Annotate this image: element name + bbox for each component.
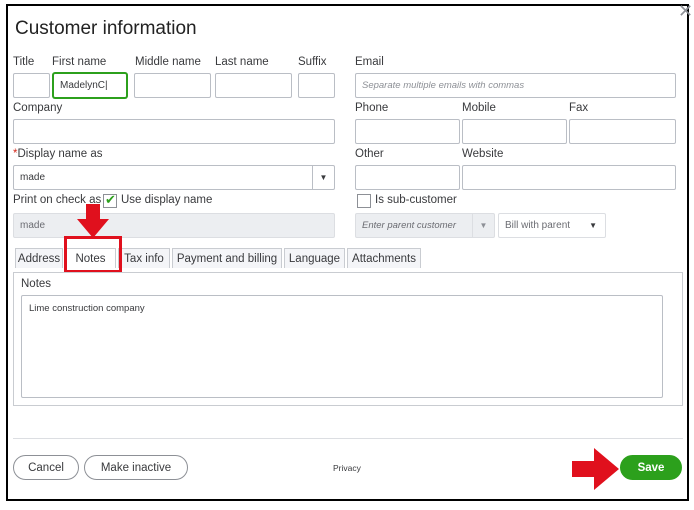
middle-name-input[interactable] bbox=[134, 73, 211, 98]
footer-divider bbox=[13, 438, 683, 439]
chevron-down-icon: ▼ bbox=[589, 221, 597, 230]
title-label: Title bbox=[13, 56, 35, 68]
fax-input[interactable] bbox=[569, 119, 676, 144]
display-name-select[interactable]: made ▼ bbox=[13, 165, 335, 190]
mobile-input[interactable] bbox=[462, 119, 567, 144]
suffix-label: Suffix bbox=[298, 56, 327, 68]
notes-tab-highlight bbox=[64, 236, 122, 273]
privacy-link[interactable]: Privacy bbox=[333, 463, 361, 473]
display-name-label: *Display name as bbox=[13, 148, 103, 160]
tab-language[interactable]: Language bbox=[284, 248, 345, 268]
last-name-input[interactable] bbox=[215, 73, 292, 98]
use-display-name-label: Use display name bbox=[121, 194, 213, 206]
notes-panel: Notes Lime construction company bbox=[13, 272, 683, 406]
chevron-down-icon[interactable]: ▼ bbox=[312, 166, 334, 189]
middle-name-label: Middle name bbox=[135, 56, 201, 68]
parent-customer-select[interactable]: Enter parent customer ▼ bbox=[355, 213, 495, 238]
is-sub-customer-label: Is sub-customer bbox=[375, 194, 457, 206]
other-input[interactable] bbox=[355, 165, 460, 190]
suffix-input[interactable] bbox=[298, 73, 335, 98]
display-name-value: made bbox=[20, 172, 46, 183]
email-input[interactable]: Separate multiple emails with commas bbox=[355, 73, 676, 98]
first-name-label: First name bbox=[52, 56, 107, 68]
bill-with-parent-select[interactable]: Bill with parent ▼ bbox=[498, 213, 606, 238]
make-inactive-button[interactable]: Make inactive bbox=[84, 455, 188, 480]
is-sub-customer-checkbox[interactable] bbox=[357, 194, 371, 208]
tab-tax-info[interactable]: Tax info bbox=[118, 248, 170, 268]
company-input[interactable] bbox=[13, 119, 335, 144]
tab-attachments[interactable]: Attachments bbox=[347, 248, 421, 268]
down-arrow-icon bbox=[77, 204, 109, 238]
notes-label: Notes bbox=[21, 278, 52, 290]
bill-with-parent-value: Bill with parent bbox=[505, 220, 571, 231]
mobile-label: Mobile bbox=[462, 102, 496, 114]
tab-payment-and-billing[interactable]: Payment and billing bbox=[172, 248, 282, 268]
phone-input[interactable] bbox=[355, 119, 460, 144]
tab-address[interactable]: Address bbox=[15, 248, 63, 268]
email-label: Email bbox=[355, 56, 384, 68]
title-input[interactable] bbox=[13, 73, 50, 98]
last-name-label: Last name bbox=[215, 56, 269, 68]
cancel-button[interactable]: Cancel bbox=[13, 455, 79, 480]
save-button[interactable]: Save bbox=[620, 455, 682, 480]
other-label: Other bbox=[355, 148, 384, 160]
company-label: Company bbox=[13, 102, 63, 114]
website-label: Website bbox=[462, 148, 504, 160]
close-icon[interactable]: ✕ bbox=[678, 2, 693, 20]
print-on-check-input[interactable]: made bbox=[13, 213, 335, 238]
phone-label: Phone bbox=[355, 102, 389, 114]
parent-customer-placeholder: Enter parent customer bbox=[362, 220, 456, 231]
notes-textarea[interactable]: Lime construction company bbox=[21, 295, 663, 398]
customer-information-dialog: Customer information Title First name Mi… bbox=[6, 4, 689, 501]
website-input[interactable] bbox=[462, 165, 676, 190]
fax-label: Fax bbox=[569, 102, 589, 114]
first-name-input[interactable]: MadelynC| bbox=[53, 73, 127, 98]
dialog-title: Customer information bbox=[15, 18, 197, 39]
chevron-down-icon: ▼ bbox=[472, 214, 494, 237]
right-arrow-icon bbox=[572, 448, 619, 490]
